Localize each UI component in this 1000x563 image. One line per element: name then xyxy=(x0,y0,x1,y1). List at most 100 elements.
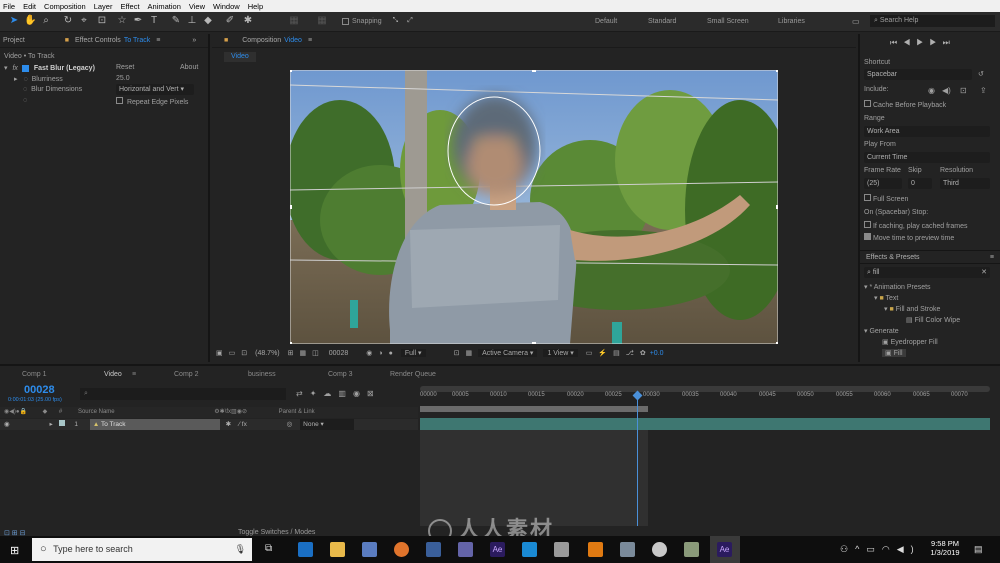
taskbar-search-box[interactable]: ○ Type here to search 🎙 xyxy=(32,538,252,561)
panel-menu-icon[interactable]: ≡ xyxy=(156,37,160,44)
blurriness-value[interactable]: 25.0 xyxy=(116,75,130,82)
collapse-arrow-icon[interactable]: ▾ xyxy=(4,65,8,72)
if-caching-checkbox[interactable] xyxy=(864,221,871,228)
workspace-menu-icon[interactable]: ▭ xyxy=(852,17,860,26)
workspace-small-screen[interactable]: Small Screen xyxy=(707,18,749,25)
tree-animation-presets[interactable]: ▾ * Animation Presets xyxy=(864,283,931,291)
composition-name[interactable]: Video xyxy=(284,37,302,44)
frame-blend-icon[interactable]: ▥ xyxy=(338,389,353,398)
clone-tool-icon[interactable]: ⊥ xyxy=(186,15,198,27)
firefox-icon[interactable] xyxy=(394,542,409,557)
lock-icon[interactable]: ■ xyxy=(224,37,228,44)
effect-enabled-icon[interactable] xyxy=(21,64,29,72)
region-of-interest-icon[interactable]: ⊡ xyxy=(454,349,460,357)
stopwatch-icon[interactable]: ◌ xyxy=(23,76,27,83)
shield-app-icon[interactable] xyxy=(652,542,667,557)
tree-generate[interactable]: ▾ Generate xyxy=(864,327,899,335)
file-explorer-icon[interactable] xyxy=(330,542,345,557)
graph-editor-icon[interactable]: ⊠ xyxy=(367,389,381,398)
timeline-tab-comp3[interactable]: Comp 3 xyxy=(328,371,353,378)
effects-search-input[interactable]: ⌕ fill ✕ xyxy=(864,267,990,278)
current-frame[interactable]: 00028 xyxy=(329,350,348,357)
clear-search-icon[interactable]: ✕ xyxy=(981,267,987,278)
camera-tool-icon[interactable]: ⌖ xyxy=(78,15,90,27)
tree-fill[interactable]: ▣ Fill xyxy=(882,349,906,357)
move-time-checkbox[interactable] xyxy=(864,233,871,240)
repeat-edge-checkbox[interactable] xyxy=(116,97,123,104)
selection-tool-icon[interactable]: ➤ xyxy=(8,15,20,27)
flowchart-icon[interactable]: ⎇ xyxy=(626,349,634,357)
parent-select[interactable]: None ▾ xyxy=(300,419,355,430)
timeline-tab-business[interactable]: business xyxy=(248,371,276,378)
pen-tool-icon[interactable]: ✒ xyxy=(132,15,144,27)
roto-brush-icon[interactable]: ✐ xyxy=(224,15,236,27)
expand-arrow-icon[interactable]: ▸ xyxy=(14,76,18,83)
stopwatch-icon[interactable]: ◌ xyxy=(23,97,27,104)
color-channels-icon[interactable]: ● xyxy=(389,350,393,357)
hand-tool-icon[interactable]: ✋ xyxy=(24,15,36,27)
save-app-icon[interactable] xyxy=(458,542,473,557)
panel-menu-icon[interactable]: ≡ xyxy=(308,37,312,44)
panel-menu-icon[interactable]: ≡ xyxy=(990,254,994,261)
star-tool-icon[interactable]: ☆ xyxy=(116,15,128,27)
align-icon[interactable]: ▦ xyxy=(288,15,300,27)
timeline-tab-comp1[interactable]: Comp 1 xyxy=(22,371,47,378)
time-ruler[interactable]: 00000 00005 00010 00015 00020 00025 0003… xyxy=(420,392,990,406)
shortcut-select[interactable]: Spacebar xyxy=(864,69,972,80)
app-icon[interactable] xyxy=(684,542,699,557)
zoom-menu-icon[interactable]: ⊡ xyxy=(241,349,247,357)
search-help-field[interactable]: ⌕ Search Help xyxy=(870,15,995,27)
show-snapshot-icon[interactable]: ◑ xyxy=(378,350,382,357)
work-area-bar[interactable] xyxy=(420,406,648,412)
reset-exposure-icon[interactable]: ✿ xyxy=(640,349,646,357)
timeline-tab-video[interactable]: Video xyxy=(104,371,122,378)
workspace-libraries[interactable]: Libraries xyxy=(778,18,805,25)
taskbar-clock[interactable]: 9:58 PM 1/3/2019 xyxy=(930,539,960,557)
after-effects-icon[interactable]: Ae xyxy=(490,542,505,557)
fast-previews-icon[interactable]: ⚡ xyxy=(598,349,607,357)
volume-icon[interactable]: ◀) xyxy=(897,544,921,554)
menu-edit[interactable]: Edit xyxy=(23,2,36,11)
always-preview-icon[interactable]: ▣ xyxy=(216,349,223,357)
menu-composition[interactable]: Composition xyxy=(44,2,86,11)
about-link[interactable]: About xyxy=(180,64,198,71)
stopwatch-icon[interactable]: ◌ xyxy=(23,86,27,93)
safe-zones-icon[interactable]: ⊞ xyxy=(288,349,294,357)
effect-controls-layer-name[interactable]: To Track xyxy=(124,37,150,44)
timeline-search-input[interactable]: ⌕ xyxy=(80,388,286,400)
range-select[interactable]: Work Area xyxy=(864,126,990,137)
menu-help[interactable]: Help xyxy=(248,2,263,11)
snap-options-icon[interactable]: ⤡ xyxy=(393,17,399,25)
cache-checkbox[interactable] xyxy=(864,100,871,107)
play-from-select[interactable]: Current Time xyxy=(864,152,990,163)
last-frame-icon[interactable]: ⏭ xyxy=(943,38,956,47)
playhead[interactable] xyxy=(637,396,638,526)
view-layout-select[interactable]: 1 View ▾ xyxy=(543,349,578,357)
timeline-tab-comp2[interactable]: Comp 2 xyxy=(174,371,199,378)
pick-whip-icon[interactable]: ◎ xyxy=(287,421,293,428)
app-icon[interactable] xyxy=(426,542,441,557)
timeline-tab-render-queue[interactable]: Render Queue xyxy=(390,371,436,378)
brush-tool-icon[interactable]: ✎ xyxy=(170,15,182,27)
edge-browser-icon[interactable] xyxy=(298,542,313,557)
people-icon[interactable]: ⚇ xyxy=(840,544,855,554)
layer-switch-icon[interactable]: ✱ xyxy=(226,421,231,428)
mask-visibility-icon[interactable]: ◫ xyxy=(312,349,319,357)
layer-label-color[interactable] xyxy=(58,420,65,426)
calculator-icon[interactable] xyxy=(554,542,569,557)
menu-effect[interactable]: Effect xyxy=(120,2,139,11)
fx-icon[interactable]: fx xyxy=(12,65,17,72)
vlc-icon[interactable] xyxy=(588,542,603,557)
play-icon[interactable]: ▶ xyxy=(916,38,929,47)
include-layer-controls-icon[interactable]: ⇪ xyxy=(980,86,987,95)
snap-edges-icon[interactable]: ⤢ xyxy=(407,17,413,25)
layer-expand-arrow-icon[interactable]: ▸ xyxy=(49,421,52,428)
pan-behind-tool-icon[interactable]: ⊡ xyxy=(96,15,108,27)
draft-3d-icon[interactable]: ✦ xyxy=(310,389,324,398)
task-view-icon[interactable]: ⧉ xyxy=(265,543,272,554)
layer-row[interactable]: ◉ ▸ 1 ▲ To Track ✱ ⁄ fx ◎ None ▾ xyxy=(0,419,418,430)
prev-frame-icon[interactable]: ◀ xyxy=(903,38,916,47)
current-timecode[interactable]: 00028 xyxy=(24,384,55,396)
eraser-tool-icon[interactable]: ◆ xyxy=(202,15,214,27)
first-frame-icon[interactable]: ⏮ xyxy=(890,38,903,47)
